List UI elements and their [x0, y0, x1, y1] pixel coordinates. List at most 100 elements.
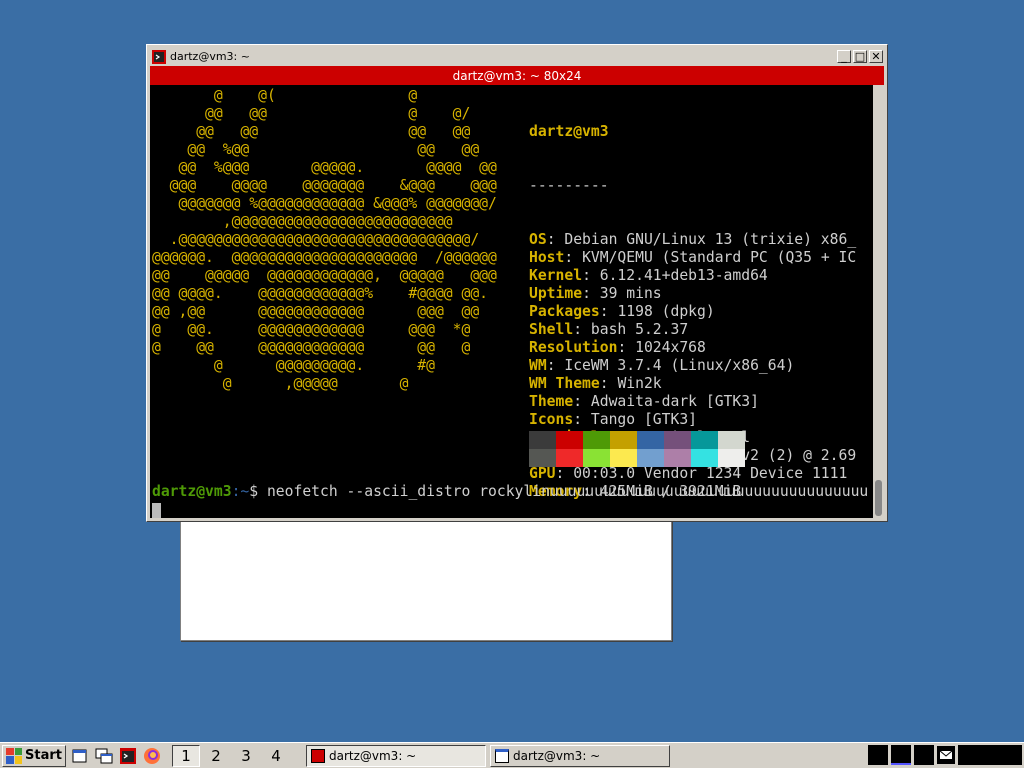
palette-swatch — [529, 449, 556, 467]
taskbar-task[interactable]: dartz@vm3: ~ — [305, 744, 486, 767]
terminal-launcher[interactable] — [118, 746, 138, 766]
info-row: WM: IceWM 3.7.4 (Linux/x86_64) — [529, 357, 795, 374]
info-value: 1024x768 — [635, 339, 706, 356]
info-key: Packages — [529, 303, 600, 320]
info-value: Debian GNU/Linux 13 (trixie) x86_ — [564, 231, 857, 248]
prompt-symbol: $ — [249, 483, 267, 500]
info-value: IceWM 3.7.4 (Linux/x86_64) — [564, 357, 795, 374]
info-key: WM — [529, 357, 547, 374]
info-row: WM Theme: Win2k — [529, 375, 662, 392]
network-monitor[interactable] — [891, 745, 911, 765]
terminal-output[interactable]: @ @( @ @@ @@ @ @/ @@ @@ @@ @@ @@ %@@ @@ … — [150, 85, 873, 518]
start-button[interactable]: Start — [2, 744, 66, 767]
terminal-cursor — [152, 503, 161, 518]
palette-swatch — [556, 449, 583, 467]
info-value: Adwaita-dark [GTK3] — [590, 393, 759, 410]
info-row: Theme: Adwaita-dark [GTK3] — [529, 393, 759, 410]
info-value: Win2k — [617, 375, 662, 392]
info-user-host: dartz@vm3 — [529, 123, 609, 140]
info-row: Host: KVM/QEMU (Standard PC (Q35 + IC — [529, 249, 857, 266]
info-key: Icons — [529, 411, 574, 428]
info-separator: --------- — [529, 177, 609, 194]
taskbar-task[interactable]: dartz@vm3: ~ — [489, 744, 670, 767]
task-list: dartz@vm3: ~ dartz@vm3: ~ — [302, 744, 670, 767]
terminal-icon — [119, 747, 136, 764]
info-row: Icons: Tango [GTK3] — [529, 411, 698, 428]
clock[interactable] — [958, 745, 1022, 765]
minimize-button[interactable]: _ — [837, 50, 851, 63]
workspace-button-2[interactable]: 2 — [202, 745, 230, 767]
info-key: WM Theme — [529, 375, 600, 392]
workspace-button-3[interactable]: 3 — [232, 745, 260, 767]
palette-swatch — [664, 449, 691, 467]
workspace-button-4[interactable]: 4 — [262, 745, 290, 767]
info-key: Kernel — [529, 267, 583, 284]
window-list-button[interactable] — [94, 746, 114, 766]
info-key: GPU — [529, 465, 556, 482]
close-button[interactable]: ✕ — [869, 50, 883, 63]
window-titlebar[interactable]: dartz@vm3: ~ _ □ ✕ — [150, 48, 884, 65]
info-value: 6.12.41+deb13-amd64 — [599, 267, 768, 284]
info-row: Shell: bash 5.2.37 — [529, 321, 689, 338]
prompt-command: neofetch --ascii_distro rockylinuuuuuuuu… — [266, 483, 869, 500]
palette-row-bright — [529, 449, 745, 467]
info-row: OS: Debian GNU/Linux 13 (trixie) x86_ — [529, 231, 857, 248]
palette-row-dark — [529, 431, 745, 449]
palette-swatch — [610, 431, 637, 449]
terminal-icon — [310, 748, 325, 763]
palette-swatch — [691, 431, 718, 449]
info-value: KVM/QEMU (Standard PC (Q35 + IC — [582, 249, 857, 266]
maximize-button[interactable]: □ — [853, 50, 867, 63]
info-key: Resolution — [529, 339, 618, 356]
task-label: dartz@vm3: ~ — [328, 748, 417, 763]
info-key: Shell — [529, 321, 574, 338]
window-title: dartz@vm3: ~ — [170, 50, 250, 63]
background-window[interactable] — [180, 515, 672, 641]
prompt-user-host: dartz@vm3 — [152, 483, 232, 500]
palette-swatch — [718, 431, 745, 449]
prompt-path: :~ — [231, 483, 250, 500]
palette-swatch — [610, 449, 637, 467]
palette-swatch — [637, 449, 664, 467]
mail-button[interactable] — [937, 746, 955, 764]
terminal-area[interactable]: dartz@vm3: ~ 80x24 @ @( @ @@ @@ @ @/ @@ … — [150, 66, 884, 518]
show-desktop-button[interactable] — [70, 746, 90, 766]
browser-launcher[interactable] — [142, 746, 162, 766]
info-row: Kernel: 6.12.41+deb13-amd64 — [529, 267, 768, 284]
palette-swatch — [637, 431, 664, 449]
maximize-icon: □ — [854, 50, 866, 63]
minimize-icon: _ — [841, 50, 847, 63]
info-value: bash 5.2.37 — [590, 321, 689, 338]
palette-swatch — [691, 449, 718, 467]
close-icon: ✕ — [871, 50, 881, 63]
palette-swatch — [718, 449, 745, 467]
palette-swatch — [529, 431, 556, 449]
command-prompt: dartz@vm3:~$ neofetch --ascii_distro roc… — [152, 483, 872, 501]
desktop-icon — [72, 749, 87, 762]
terminal-icon — [152, 49, 166, 64]
info-key: Theme — [529, 393, 574, 410]
workspace-switcher: 1234 — [170, 744, 290, 767]
terminal-titlebar: dartz@vm3: ~ 80x24 — [150, 66, 884, 85]
palette-swatch — [556, 431, 583, 449]
palette-swatch — [583, 449, 610, 467]
window-icon — [494, 748, 509, 763]
scrollbar-thumb[interactable] — [875, 480, 882, 516]
palette-swatch — [664, 431, 691, 449]
terminal-title: dartz@vm3: ~ 80x24 — [452, 68, 582, 83]
info-row: Uptime: 39 mins — [529, 285, 662, 302]
window-list-icon — [95, 748, 113, 763]
info-row: Packages: 1198 (dpkg) — [529, 303, 715, 320]
task-label: dartz@vm3: ~ — [512, 748, 601, 763]
terminal-window[interactable]: dartz@vm3: ~ _ □ ✕ dartz@vm3: ~ 80x24 @ … — [146, 44, 888, 522]
memory-monitor[interactable] — [914, 745, 934, 765]
mail-icon — [939, 750, 953, 760]
cpu-monitor[interactable] — [868, 745, 888, 765]
info-row: GPU: 00:03.0 Vendor 1234 Device 1111 — [529, 465, 848, 482]
info-value: Tango [GTK3] — [590, 411, 698, 428]
info-value: 00:03.0 Vendor 1234 Device 1111 — [573, 465, 848, 482]
info-row: Resolution: 1024x768 — [529, 339, 706, 356]
terminal-scrollbar[interactable] — [873, 85, 884, 518]
workspace-button-1[interactable]: 1 — [171, 744, 200, 767]
ascii-logo: @ @( @ @@ @@ @ @/ @@ @@ @@ @@ @@ %@@ @@ … — [152, 87, 497, 392]
